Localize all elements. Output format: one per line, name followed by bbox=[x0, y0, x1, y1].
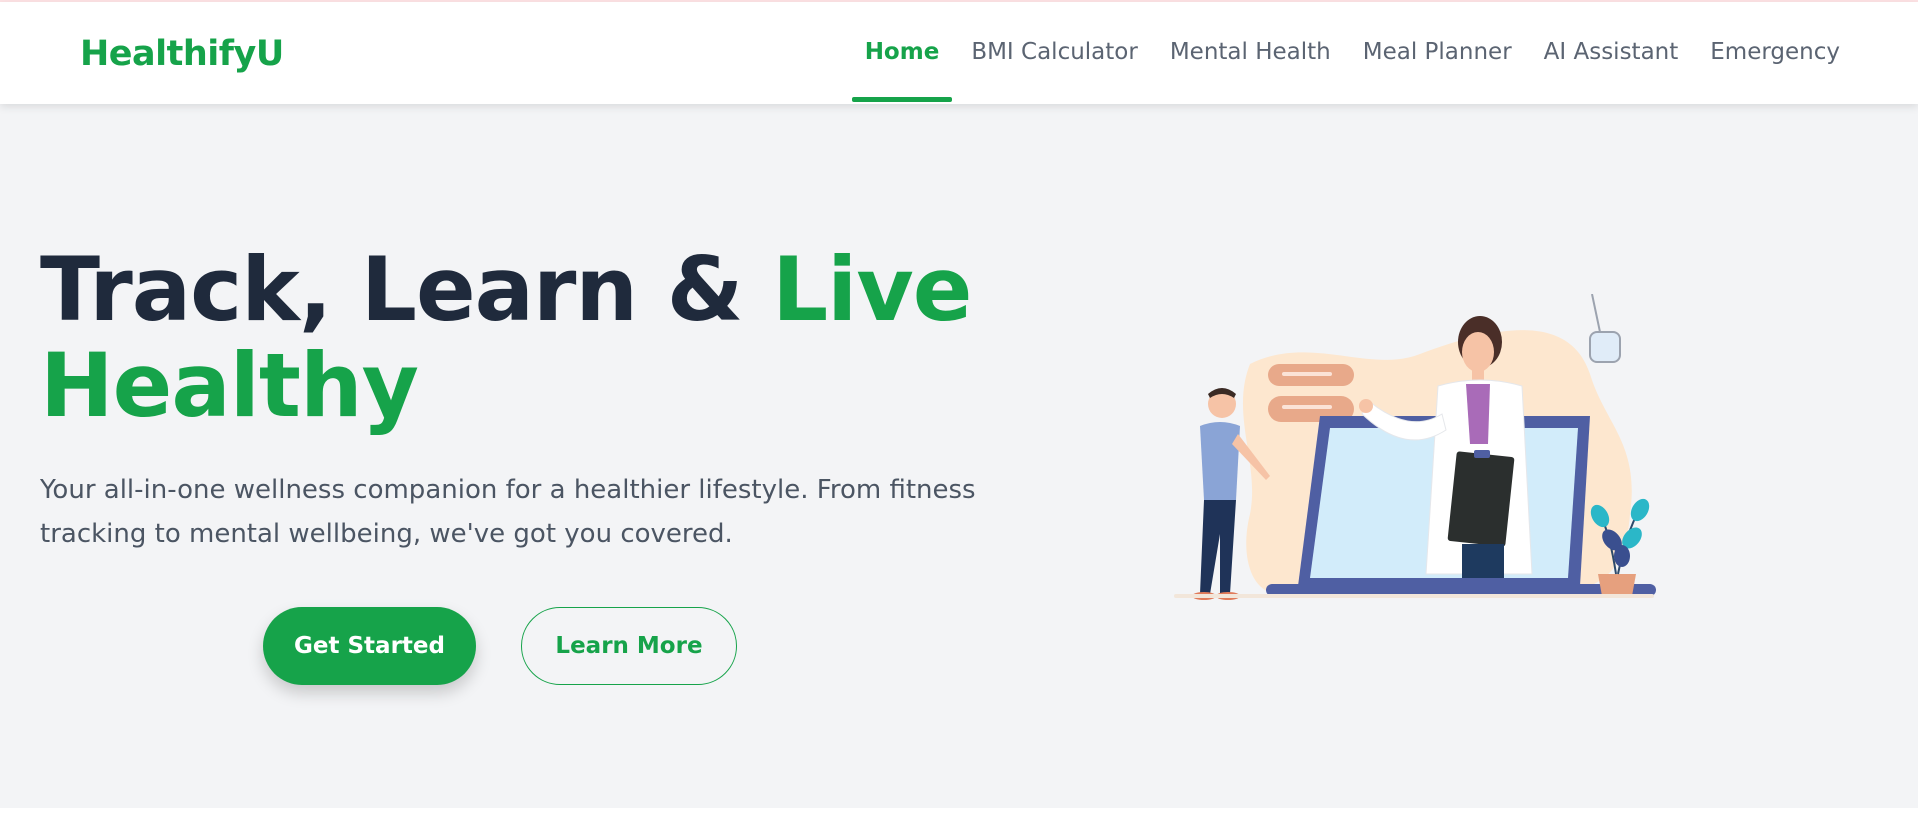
hero-title-accent-healthy: Healthy bbox=[40, 334, 419, 437]
nav-mental-health[interactable]: Mental Health bbox=[1170, 2, 1331, 102]
learn-more-button[interactable]: Learn More bbox=[521, 607, 737, 685]
nav-ai-assistant[interactable]: AI Assistant bbox=[1544, 2, 1679, 102]
hero-subtitle: Your all-in-one wellness companion for a… bbox=[40, 475, 976, 549]
get-started-button[interactable]: Get Started bbox=[263, 607, 476, 685]
hero-title: Track, Learn & Live Healthy bbox=[40, 242, 1000, 434]
hero-title-part1: Track, Learn & bbox=[40, 238, 773, 341]
navbar: HealthifyU Home BMI Calculator Mental He… bbox=[0, 2, 1918, 104]
nav-emergency[interactable]: Emergency bbox=[1710, 2, 1840, 102]
nav-meal-planner[interactable]: Meal Planner bbox=[1363, 2, 1512, 102]
brand-logo[interactable]: HealthifyU bbox=[80, 34, 284, 74]
hero-title-accent-live: Live bbox=[772, 238, 972, 341]
telemedicine-doctor-icon bbox=[1174, 294, 1656, 600]
hero-section: Track, Learn & Live Healthy Your all-in-o… bbox=[0, 104, 1918, 808]
section-divider bbox=[0, 808, 1918, 826]
nav-home[interactable]: Home bbox=[851, 2, 953, 102]
nav-bmi-calculator[interactable]: BMI Calculator bbox=[971, 2, 1138, 102]
nav-links: Home BMI Calculator Mental Health Meal P… bbox=[851, 2, 1840, 102]
